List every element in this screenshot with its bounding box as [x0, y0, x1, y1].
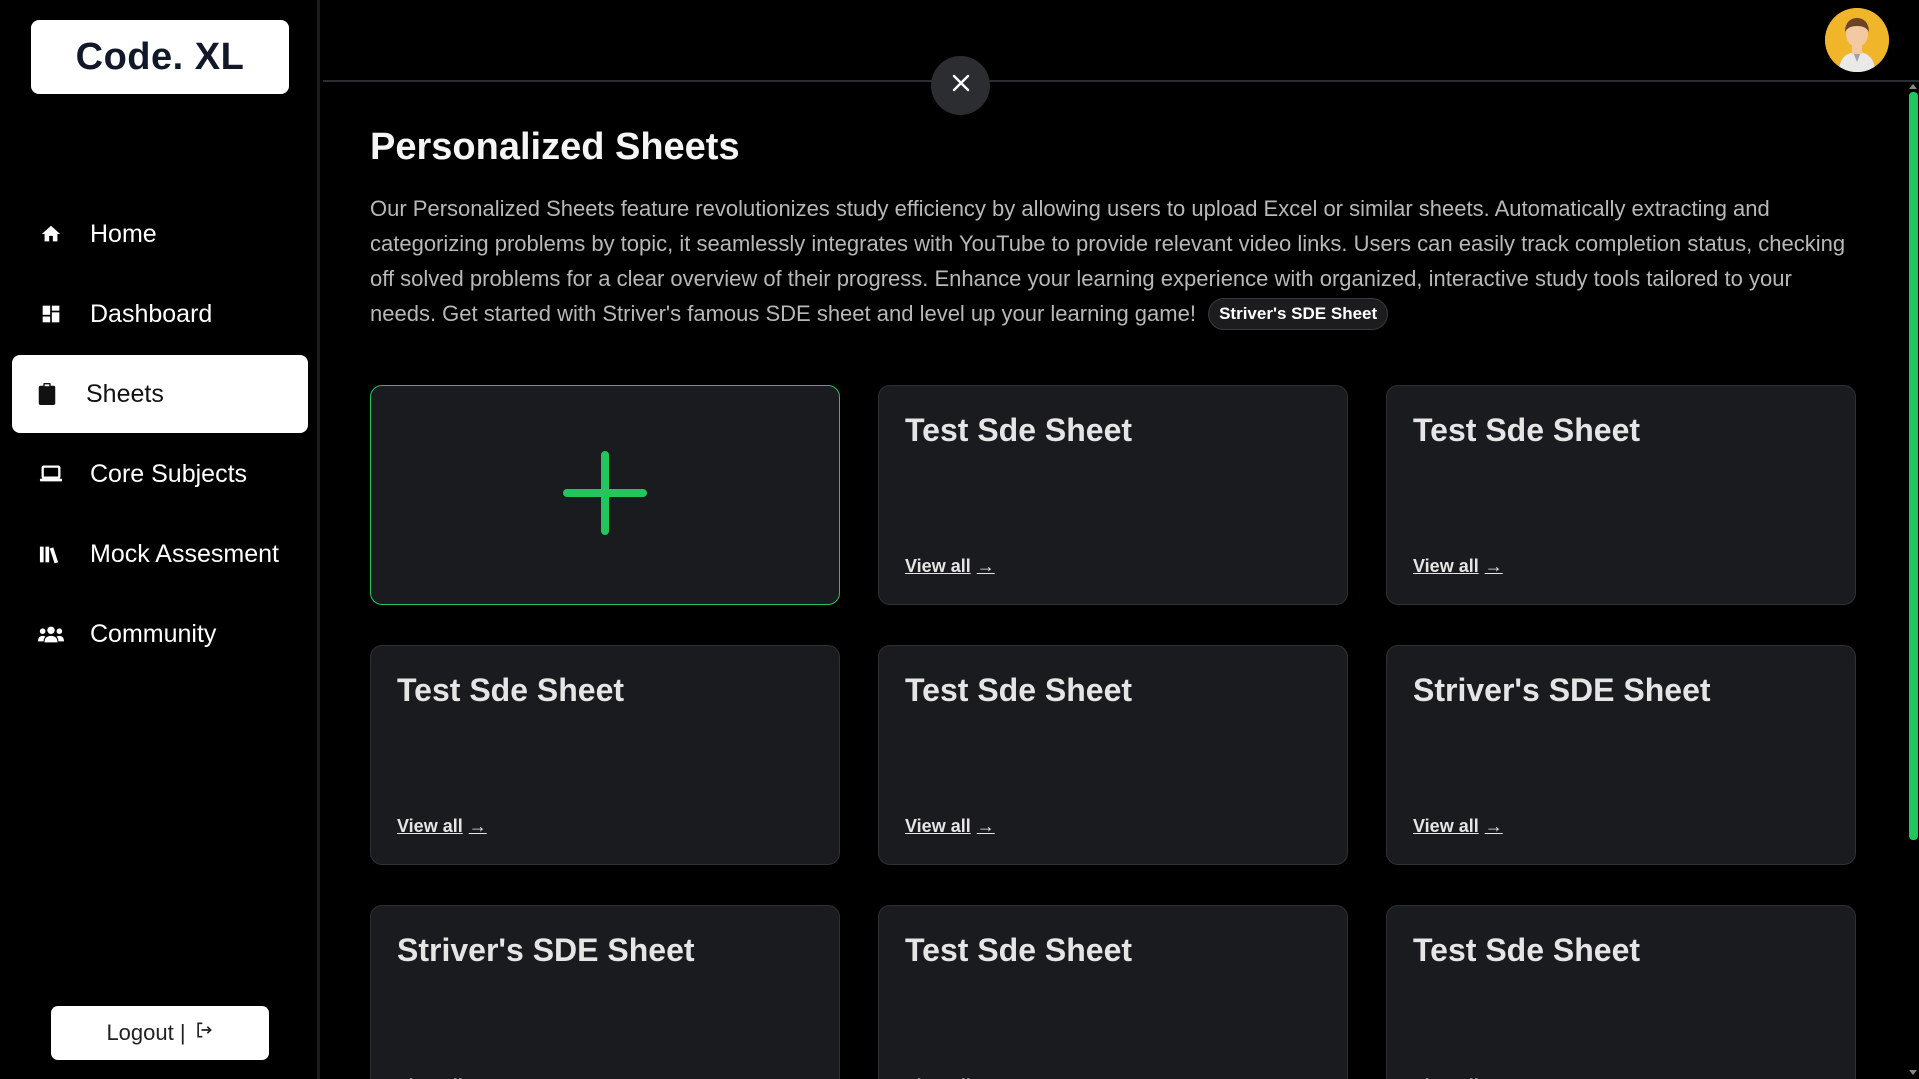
- sidebar-item-label: Sheets: [86, 379, 164, 408]
- sidebar-item-dashboard[interactable]: Dashboard: [12, 275, 308, 353]
- sidebar-item-community[interactable]: Community: [12, 595, 308, 673]
- view-all-link[interactable]: View all→: [905, 816, 995, 837]
- sheet-card-title: Striver's SDE Sheet: [397, 932, 695, 968]
- sheet-card: Test Sde Sheet View all→: [878, 385, 1348, 605]
- view-all-label: View all: [905, 816, 971, 836]
- users-icon: [38, 621, 64, 647]
- avatar[interactable]: [1825, 8, 1889, 72]
- sheet-card-title: Test Sde Sheet: [397, 672, 625, 708]
- view-all-label: View all: [905, 556, 971, 576]
- sidebar-item-label: Home: [90, 219, 157, 248]
- striver-sheet-badge[interactable]: Striver's SDE Sheet: [1208, 298, 1389, 330]
- arrow-right-icon: →: [976, 556, 995, 576]
- sheet-card: Test Sde Sheet View all→: [878, 645, 1348, 865]
- page-title: Personalized Sheets: [370, 126, 740, 168]
- sidebar-item-mock-assesment[interactable]: Mock Assesment: [12, 515, 308, 593]
- arrow-right-icon: →: [976, 816, 995, 836]
- dashboard-icon: [38, 301, 64, 327]
- app-logo[interactable]: Code. XL: [31, 20, 289, 94]
- add-sheet-button[interactable]: [370, 385, 840, 605]
- view-all-link[interactable]: View all→: [905, 556, 995, 577]
- view-all-label: View all: [1413, 556, 1479, 576]
- sidebar-item-core-subjects[interactable]: Core Subjects: [12, 435, 308, 513]
- sidebar-item-label: Mock Assesment: [90, 539, 279, 568]
- sheets-grid: Test Sde Sheet View all → Test Sde Sheet …: [370, 385, 1856, 1079]
- home-icon: [38, 221, 64, 247]
- sidebar-item-sheets[interactable]: Sheets: [12, 355, 308, 433]
- scrollbar-thumb[interactable]: [1909, 92, 1918, 840]
- logout-label: Logout |: [106, 1020, 186, 1045]
- sidebar-item-label: Core Subjects: [90, 459, 248, 488]
- sheet-card: Striver's SDE Sheet View all→: [370, 905, 840, 1079]
- view-all-link[interactable]: View all→: [1413, 556, 1503, 577]
- sidebar-item-label: Community: [90, 619, 217, 648]
- view-all-label: View all: [1413, 816, 1479, 836]
- sidebar-nav: Home Dashboard Sheets Core Subjects Mock…: [12, 195, 308, 675]
- logout-icon: [194, 1020, 214, 1046]
- sheet-card-title: Striver's SDE Sheet: [1413, 672, 1711, 708]
- close-icon: [951, 73, 971, 98]
- sidebar: Code. XL Home Dashboard Sheets Core Subj…: [0, 0, 320, 1079]
- plus-icon: [563, 450, 647, 540]
- page-description: Our Personalized Sheets feature revoluti…: [370, 191, 1856, 331]
- logout-button[interactable]: Logout |: [51, 1006, 269, 1060]
- main-content: Personalized Sheets Our Personalized She…: [370, 126, 1856, 331]
- sheet-card-title: Test Sde Sheet: [1413, 932, 1641, 968]
- sheet-card: Test Sde Sheet View all→: [370, 645, 840, 865]
- laptop-icon: [38, 461, 64, 487]
- sidebar-item-label: Dashboard: [90, 299, 213, 328]
- sheet-card-title: Test Sde Sheet: [905, 672, 1133, 708]
- description-text: Our Personalized Sheets feature revoluti…: [370, 196, 1846, 326]
- sidebar-item-home[interactable]: Home: [12, 195, 308, 273]
- arrow-right-icon: →: [1484, 816, 1503, 836]
- arrow-right-icon: →: [1484, 556, 1503, 576]
- sheet-card-title: Test Sde Sheet: [905, 932, 1133, 968]
- scroll-up-arrow-icon[interactable]: [1909, 84, 1917, 89]
- sheet-card: Test Sde Sheet View all→: [878, 905, 1348, 1079]
- top-header: [323, 0, 1919, 82]
- sheet-card-title: Test Sde Sheet: [1413, 412, 1641, 448]
- arrow-right-icon: →: [468, 816, 487, 836]
- clipboard-icon: [34, 381, 60, 407]
- books-icon: [38, 541, 64, 567]
- close-button[interactable]: [931, 56, 990, 115]
- scroll-down-arrow-icon[interactable]: [1909, 1070, 1917, 1075]
- sheet-card-title: Test Sde Sheet: [905, 412, 1133, 448]
- sheet-card: Striver's SDE Sheet View all→: [1386, 645, 1856, 865]
- sheet-card: Test Sde Sheet View all→: [1386, 385, 1856, 605]
- view-all-link[interactable]: View all→: [397, 816, 487, 837]
- sheet-card: Test Sde Sheet View all→: [1386, 905, 1856, 1079]
- view-all-label: View all: [397, 816, 463, 836]
- view-all-link[interactable]: View all→: [1413, 816, 1503, 837]
